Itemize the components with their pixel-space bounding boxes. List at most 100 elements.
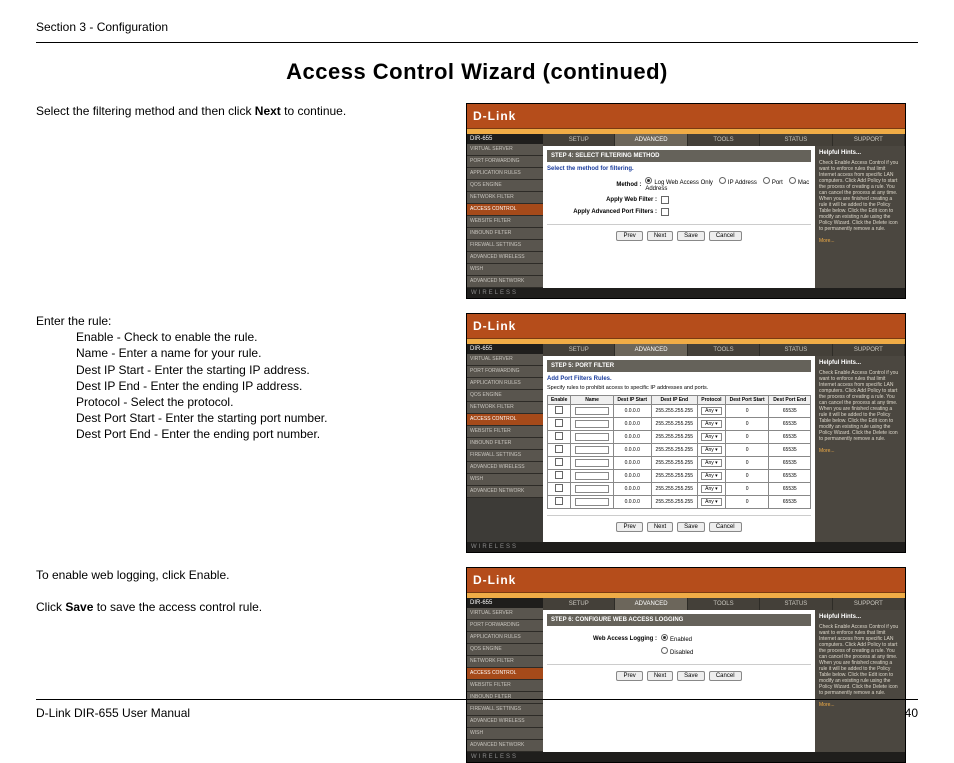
logging-disabled-radio[interactable] [661,647,668,654]
sidebar-item[interactable]: WEBSITE FILTER [467,216,543,228]
sidebar-item[interactable]: WISH [467,474,543,486]
help-more-link[interactable]: More... [819,238,835,244]
row-enable-checkbox[interactable] [555,419,563,427]
row-enable-checkbox[interactable] [555,445,563,453]
sidebar-item[interactable]: VIRTUAL SERVER [467,354,543,366]
row-name-input[interactable] [575,433,609,441]
sidebar-item[interactable]: NETWORK FILTER [467,402,543,414]
port-filter-table: EnableNameDest IP StartDest IP EndProtoc… [547,395,811,509]
nav-tab[interactable]: ADVANCED [615,344,687,356]
nav-tab[interactable]: TOOLS [688,134,760,146]
sidebar-item[interactable]: WEBSITE FILTER [467,426,543,438]
save-button[interactable]: Save [677,231,705,241]
table-row: 0.0.0.0255.255.255.255Any ▾065535 [548,444,811,457]
sidebar-item[interactable]: WEBSITE FILTER [467,680,543,692]
method-radio[interactable] [645,177,652,184]
sidebar-item[interactable]: ACCESS CONTROL [467,668,543,680]
sidebar-item[interactable]: WISH [467,264,543,276]
prev-button[interactable]: Prev [616,671,642,681]
row-name-input[interactable] [575,420,609,428]
nav-tab[interactable]: STATUS [760,344,832,356]
sidebar-item[interactable]: ADVANCED NETWORK [467,486,543,498]
row-enable-checkbox[interactable] [555,406,563,414]
row-protocol-select[interactable]: Any ▾ [701,446,722,454]
cancel-button[interactable]: Cancel [709,671,742,681]
nav-tab[interactable]: TOOLS [688,344,760,356]
sidebar-item[interactable]: ACCESS CONTROL [467,414,543,426]
row-enable-checkbox[interactable] [555,497,563,505]
row-enable-checkbox[interactable] [555,458,563,466]
sidebar-item[interactable]: ADVANCED NETWORK [467,276,543,288]
nav-tab[interactable]: SETUP [543,598,615,610]
sidebar-item[interactable]: INBOUND FILTER [467,228,543,240]
nav-tab[interactable]: SUPPORT [833,134,905,146]
sidebar-item[interactable]: PORT FORWARDING [467,156,543,168]
row-protocol-select[interactable]: Any ▾ [701,498,722,506]
method-radio[interactable] [763,177,770,184]
nav-tab[interactable]: SETUP [543,134,615,146]
cancel-button[interactable]: Cancel [709,522,742,532]
prev-button[interactable]: Prev [616,522,642,532]
row-name-input[interactable] [575,459,609,467]
next-button[interactable]: Next [647,671,673,681]
apply-port-filter-checkbox[interactable] [661,208,669,216]
nav-tab[interactable]: SUPPORT [833,344,905,356]
apply-web-filter-checkbox[interactable] [661,196,669,204]
sidebar-item[interactable]: NETWORK FILTER [467,192,543,204]
nav-tab[interactable]: TOOLS [688,598,760,610]
method-radio[interactable] [719,177,726,184]
nav-tab[interactable]: SETUP [543,344,615,356]
sidebar-item[interactable]: QOS ENGINE [467,390,543,402]
sidebar-item[interactable]: APPLICATION RULES [467,378,543,390]
sidebar-item[interactable]: ACCESS CONTROL [467,204,543,216]
sidebar-item[interactable]: VIRTUAL SERVER [467,608,543,620]
next-button[interactable]: Next [647,231,673,241]
nav-tab[interactable]: STATUS [760,598,832,610]
logging-enabled-radio[interactable] [661,634,668,641]
row-enable-checkbox[interactable] [555,471,563,479]
sidebar-item[interactable]: ADVANCED NETWORK [467,740,543,752]
nav-tab[interactable]: ADVANCED [615,134,687,146]
row-enable-checkbox[interactable] [555,484,563,492]
sidebar-item[interactable]: FIREWALL SETTINGS [467,240,543,252]
sidebar-item[interactable]: PORT FORWARDING [467,620,543,632]
cancel-button[interactable]: Cancel [709,231,742,241]
sidebar-item[interactable]: NETWORK FILTER [467,656,543,668]
row-enable-checkbox[interactable] [555,432,563,440]
row-protocol-select[interactable]: Any ▾ [701,407,722,415]
row-name-input[interactable] [575,498,609,506]
sidebar-item[interactable]: ADVANCED WIRELESS [467,462,543,474]
row-name-input[interactable] [575,446,609,454]
row-name-input[interactable] [575,407,609,415]
rule-line: Dest IP Start - Enter the starting IP ad… [76,362,456,378]
screenshot-step6: D-Link DIR-655VIRTUAL SERVERPORT FORWARD… [466,567,906,763]
row-protocol-select[interactable]: Any ▾ [701,459,722,467]
row-protocol-select[interactable]: Any ▾ [701,485,722,493]
sidebar-item[interactable]: QOS ENGINE [467,180,543,192]
sidebar-item[interactable]: INBOUND FILTER [467,438,543,450]
sidebar-item[interactable]: APPLICATION RULES [467,632,543,644]
nav-tab[interactable]: SUPPORT [833,598,905,610]
prev-button[interactable]: Prev [616,231,642,241]
method-radio[interactable] [789,177,796,184]
header-rule [36,42,918,43]
nav-tab[interactable]: ADVANCED [615,598,687,610]
help-more-link[interactable]: More... [819,448,835,454]
sidebar-item[interactable]: FIREWALL SETTINGS [467,450,543,462]
footer-manual: D-Link DIR-655 User Manual [36,706,190,720]
next-button[interactable]: Next [647,522,673,532]
row-protocol-select[interactable]: Any ▾ [701,472,722,480]
row-name-input[interactable] [575,472,609,480]
nav-tab[interactable]: STATUS [760,134,832,146]
sidebar-item[interactable]: APPLICATION RULES [467,168,543,180]
save-button[interactable]: Save [677,522,705,532]
row-protocol-select[interactable]: Any ▾ [701,433,722,441]
save-button[interactable]: Save [677,671,705,681]
sidebar-item[interactable]: VIRTUAL SERVER [467,144,543,156]
row-name-input[interactable] [575,485,609,493]
sidebar-item[interactable]: WISH [467,728,543,740]
row-protocol-select[interactable]: Any ▾ [701,420,722,428]
sidebar-item[interactable]: QOS ENGINE [467,644,543,656]
sidebar-item[interactable]: ADVANCED WIRELESS [467,252,543,264]
sidebar-item[interactable]: PORT FORWARDING [467,366,543,378]
